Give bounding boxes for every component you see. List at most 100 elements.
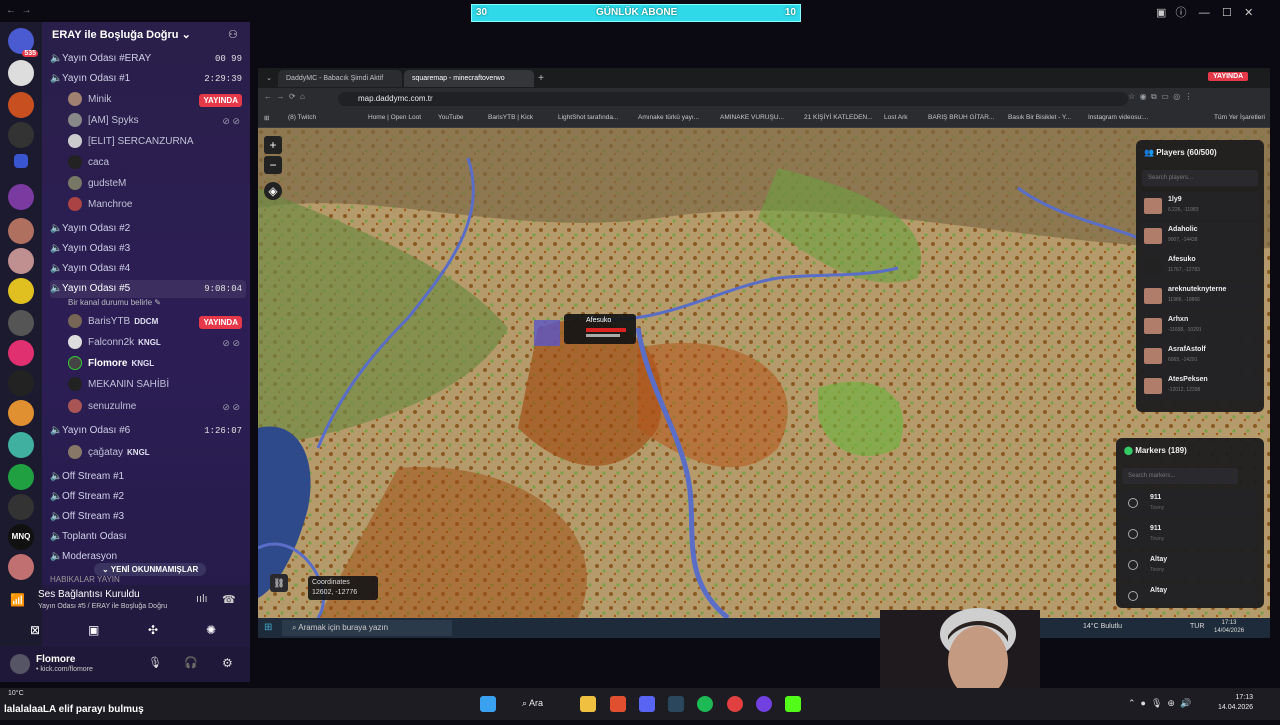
weather-widget[interactable]: 10°C [8, 690, 24, 697]
server-icon[interactable] [8, 92, 34, 118]
voice-channel[interactable]: 🔈Yayın Odası #2 [50, 220, 246, 238]
unread-pill[interactable]: ⌄ YENİ OKUNMAMIŞLAR [94, 563, 207, 576]
server-name-header[interactable]: ERAY ile Boşluğa Doğru ⌄ [52, 28, 191, 41]
zoom-out-button[interactable]: − [264, 156, 282, 174]
server-icon[interactable] [8, 464, 34, 490]
bookmark[interactable]: Home | Open Loot [368, 114, 421, 121]
voice-user[interactable]: senuzulme ⊘ ⊘ [68, 397, 246, 417]
voice-user[interactable]: MEKANIN SAHİBİ [68, 375, 246, 395]
soundboard-button-icon[interactable]: ✺ [206, 623, 216, 637]
voice-user[interactable]: BarisYTB DDCM YAYINDA [68, 312, 246, 332]
activities-icon[interactable]: ✣ [148, 623, 158, 637]
obs-icon[interactable] [756, 696, 772, 712]
server-icon[interactable]: MNQ [8, 524, 34, 550]
gear-icon[interactable]: ⚙ [222, 656, 233, 670]
voice-user[interactable]: Minik YAYINDA [68, 90, 246, 110]
bookmark[interactable]: Tüm Yer İşaretleri [1214, 114, 1265, 121]
server-icon[interactable] [8, 60, 34, 86]
voice-channel[interactable]: 🔈Yayın Odası #3 [50, 240, 246, 258]
marker-row[interactable]: 911 Towny [1120, 521, 1258, 549]
markers-header[interactable]: ⬤ Markers (189) [1124, 446, 1187, 455]
players-header[interactable]: 👥 Players (60/500) [1144, 148, 1217, 157]
language-indicator[interactable]: TUR [1190, 623, 1204, 630]
nav-icons[interactable]: ← → ⟳ ⌂ [264, 92, 305, 101]
category-header[interactable]: HABIKALAR YAYIN [50, 575, 120, 584]
apps-icon[interactable]: ⊞ [264, 114, 269, 122]
voice-user[interactable]: [ELIT] SERCANZURNA [68, 132, 246, 152]
avatar[interactable] [10, 654, 30, 674]
soundboard-icon[interactable]: ıılı [196, 593, 208, 605]
spotify-icon[interactable] [697, 696, 713, 712]
player-row[interactable]: Arhxn -11658, -10291 [1140, 312, 1260, 340]
server-icon[interactable] [8, 122, 34, 148]
bookmark[interactable]: Lost Ark [884, 114, 907, 121]
layers-icon[interactable]: ◈ [264, 182, 282, 200]
browser-tab[interactable]: DaddyMC - Babacık Şimdi Aktif [278, 70, 402, 87]
add-member-icon[interactable]: ⚇ [228, 28, 238, 41]
server-icon[interactable] [8, 184, 34, 210]
world-map[interactable]: + − ◈ ⛓ Afesuko Coordinates 12602, -1277… [258, 128, 1270, 618]
marker-row[interactable]: Altay [1120, 583, 1258, 605]
taskbar-clock[interactable]: 17:13 14.04.2026 [1218, 693, 1253, 713]
voice-channel[interactable]: 🔈Yayın Odası #1 2:29:39 [50, 70, 246, 88]
back-forward-icon[interactable]: ← → [6, 5, 32, 16]
disconnect-icon[interactable]: ☎ [222, 593, 236, 606]
bookmark[interactable]: AMINAKE VURUŞU... [720, 114, 784, 121]
toolbar-icons[interactable]: ☆ ◉ ⧉ ▭ ◎ ⋮ [1128, 92, 1193, 102]
link-icon[interactable]: ⛓ [270, 574, 288, 592]
voice-user[interactable]: caca [68, 153, 246, 173]
player-row[interactable]: Adaholic 9007, -14438 [1140, 222, 1260, 250]
marker-row[interactable]: 911 Towny [1120, 490, 1258, 518]
voice-channel[interactable]: 🔈Yayın Odası #4 [50, 260, 246, 278]
headphones-icon[interactable]: 🎧 [184, 656, 198, 669]
url-field[interactable]: map.daddymc.com.tr [338, 92, 1128, 106]
bookmark[interactable]: (8) Twitch [288, 114, 316, 121]
bookmark[interactable]: LightShot tarafında... [558, 114, 618, 121]
server-icon[interactable] [8, 278, 34, 304]
camera-off-icon[interactable]: ⊠ [30, 623, 40, 637]
voice-channel-path[interactable]: Yayın Odası #5 / ERAY ile Boşluğa Doğru [38, 603, 167, 610]
bookmark[interactable]: YouTube [438, 114, 464, 121]
server-icon[interactable]: 535 [8, 28, 38, 57]
browser-tab-active[interactable]: squaremap - minecraftoverwo [404, 70, 534, 87]
voice-user[interactable]: [AM] Spyks ⊘ ⊘ [68, 111, 246, 131]
markers-search-input[interactable]: Search markers... [1122, 468, 1238, 484]
window-controls[interactable]: ▣ ⓘ — ☐ ✕ [1156, 4, 1253, 20]
server-icon[interactable] [8, 494, 34, 520]
tab-search-icon[interactable]: ⌄ [262, 70, 276, 87]
voice-user[interactable]: gudsteM [68, 174, 246, 194]
players-search-input[interactable]: Search players... [1142, 170, 1258, 186]
player-row[interactable]: AtesPeksen -12012, 12398 [1140, 372, 1260, 400]
bookmark[interactable]: Instagram videosu:... [1088, 114, 1148, 121]
player-row[interactable]: AsrafAstolf 6065, -14291 [1140, 342, 1260, 370]
server-icon[interactable] [8, 340, 34, 366]
server-icon[interactable] [8, 370, 34, 396]
folder-icon[interactable] [14, 154, 28, 168]
server-icon[interactable] [8, 432, 34, 458]
voice-user[interactable]: Flomore KNGL [68, 354, 246, 374]
steam-icon[interactable] [668, 696, 684, 712]
zoom-in-button[interactable]: + [264, 136, 282, 154]
kick-icon[interactable] [785, 696, 801, 712]
bookmark[interactable]: 21 KİŞİYİ KATLEDEN... [804, 114, 873, 121]
windows-start-icon[interactable] [480, 696, 496, 712]
chrome-icon[interactable] [727, 696, 743, 712]
voice-channel[interactable]: 🔈Off Stream #1 [50, 468, 246, 486]
bookmark[interactable]: BARIŞ BRUH GİTAR... [928, 114, 994, 121]
server-icon[interactable] [8, 400, 34, 426]
voice-user[interactable]: çağatay KNGL [68, 443, 246, 463]
screen-share-icon[interactable]: ▣ [88, 623, 99, 637]
channel-status[interactable]: Bir kanal durumu belirle ✎ [68, 298, 161, 307]
voice-channel[interactable]: 🔈Yayın Odası #6 1:26:07 [50, 422, 246, 440]
taskbar-search[interactable]: ⌕ Aramak için buraya yazın [282, 620, 452, 636]
microphone-icon[interactable]: 🎙 [148, 656, 162, 669]
marker-row[interactable]: Altay Towny [1120, 552, 1258, 580]
taskbar-clock[interactable]: 17:13 14/04/2026 [1214, 619, 1244, 635]
voice-channel[interactable]: 🔈Off Stream #2 [50, 488, 246, 506]
file-explorer-icon[interactable] [580, 696, 596, 712]
windows-start-icon[interactable]: ⊞ [264, 622, 272, 633]
news-ticker[interactable]: lalalalaaLA elif parayı bulmuş [4, 704, 144, 715]
voice-user[interactable]: Falconn2k KNGL ⊘ ⊘ [68, 333, 246, 353]
bookmark[interactable]: BarisYTB | Kick [488, 114, 533, 121]
brave-icon[interactable] [610, 696, 626, 712]
